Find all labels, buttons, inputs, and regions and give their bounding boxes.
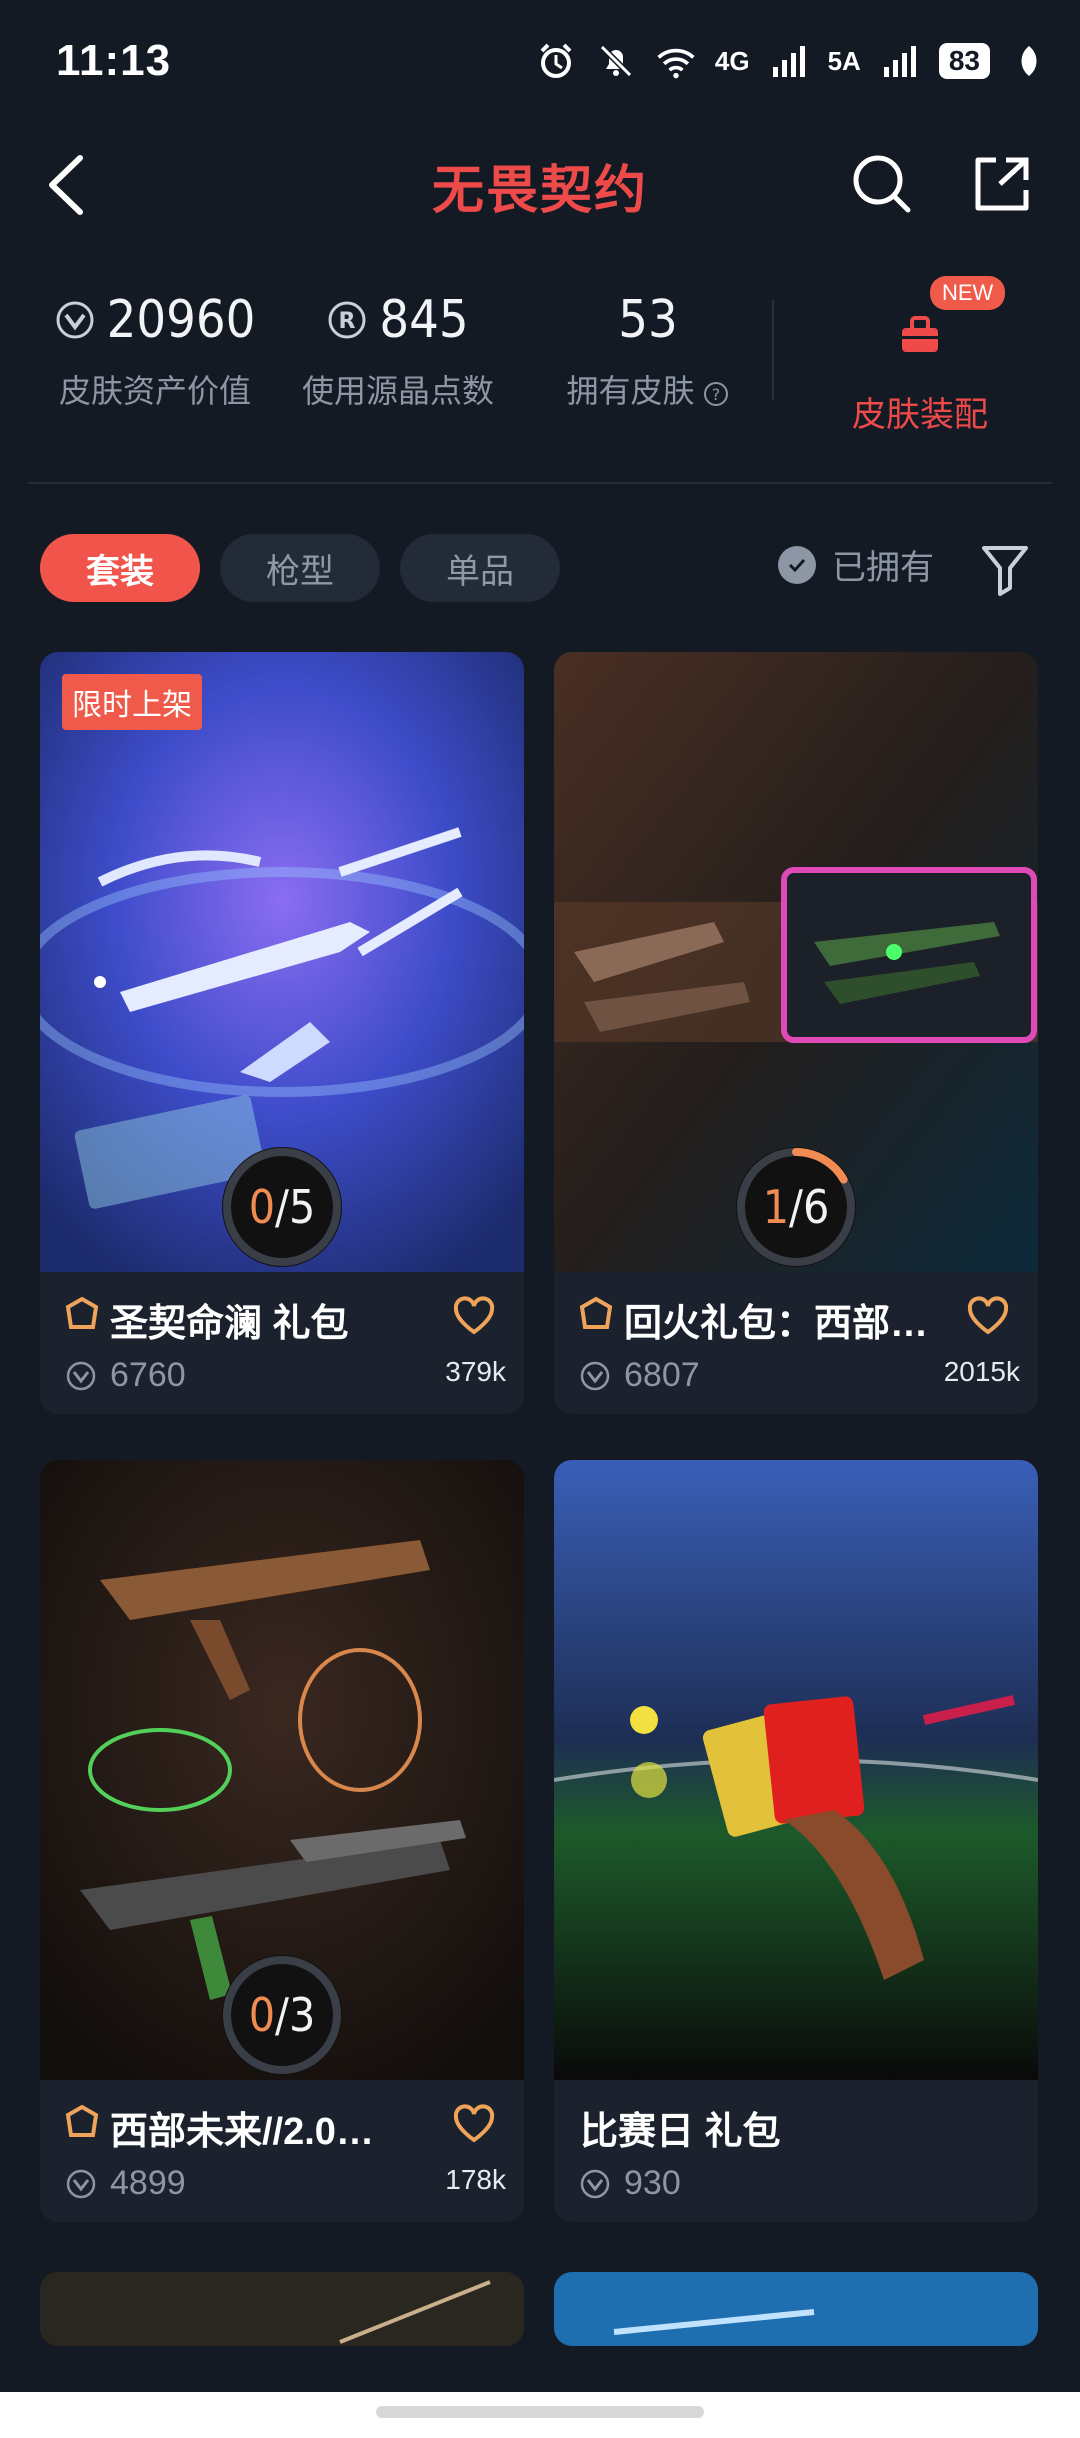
svg-text:R: R — [339, 309, 356, 334]
bundle-card-peek[interactable] — [40, 2272, 524, 2346]
stats-panel: 20960 皮肤资产价值 R 845 使用源晶点数 53 拥有皮肤 ? 皮肤装配… — [0, 276, 1080, 434]
svg-text:?: ? — [712, 385, 721, 404]
bundle-card[interactable]: 1/6 回火礼包：西部… 6807 2015k — [554, 652, 1038, 1414]
total-count: /6 — [789, 1180, 830, 1234]
bundle-title: 西部未来//2.0… — [110, 2111, 374, 2153]
bundle-card[interactable]: 0/3 西部未来//2.0… 4899 178k — [40, 1460, 524, 2222]
wifi-icon — [655, 40, 697, 82]
favorite-heart-icon[interactable] — [966, 1294, 1010, 1338]
owned-toggle[interactable]: 已拥有 — [778, 540, 934, 589]
bundle-card-peek[interactable] — [554, 2272, 1038, 2346]
help-icon[interactable]: ? — [703, 381, 729, 407]
vp-icon — [56, 301, 94, 339]
network-5a-label: 5A — [827, 45, 861, 76]
bundle-title: 圣契命澜 礼包 — [110, 1303, 349, 1345]
vp-icon — [66, 2169, 96, 2198]
stat-radianite: R 845 使用源晶点数 — [288, 290, 508, 412]
stat-label: 使用源晶点数 — [301, 373, 494, 409]
price-value: 6760 — [110, 1356, 186, 1394]
vp-icon — [580, 1361, 610, 1390]
tab-weapon-type[interactable]: 枪型 — [220, 534, 380, 602]
home-indicator[interactable] — [376, 2406, 704, 2418]
popularity-count: 178k — [445, 2164, 506, 2195]
bundle-card[interactable]: 限时上架 0/5 圣契命澜 礼包 6760 379k — [40, 652, 524, 1414]
premium-tier-icon — [65, 1296, 99, 1329]
signal-icon-2 — [879, 40, 921, 82]
tab-bundles[interactable]: 套装 — [40, 534, 200, 602]
check-icon — [778, 545, 816, 584]
bundle-title: 回火礼包：西部… — [624, 1303, 929, 1345]
status-icons: 4G 5A 83 — [535, 40, 1050, 82]
top-header: 无畏契约 — [0, 130, 1080, 240]
bundle-image — [40, 2272, 524, 2346]
popularity-count: 2015k — [943, 1356, 1020, 1387]
bundle-title: 比赛日 礼包 — [580, 2111, 781, 2153]
bundle-price: 4899 — [66, 2164, 186, 2203]
stat-value: 845 — [379, 290, 469, 350]
owned-count: 0 — [248, 1180, 276, 1234]
signal-icon — [768, 40, 810, 82]
status-time: 11:13 — [56, 36, 172, 85]
loadout-icon — [902, 316, 938, 352]
status-bar: 11:13 4G 5A 83 — [0, 0, 1080, 130]
total-count: /3 — [275, 1988, 316, 2042]
vp-icon — [580, 2169, 610, 2198]
price-value: 930 — [624, 2164, 681, 2202]
favorite-heart-icon[interactable] — [452, 1294, 496, 1338]
leaf-icon — [1008, 40, 1050, 82]
owned-count: 0 — [248, 1988, 276, 2042]
search-button[interactable] — [850, 152, 914, 216]
alarm-icon — [535, 40, 577, 82]
bundle-card[interactable]: 比赛日 礼包 930 — [554, 1460, 1038, 2222]
network-4g-label: 4G — [714, 45, 750, 76]
app-title: 无畏契约 — [431, 162, 648, 220]
popularity-count: 379k — [445, 1356, 506, 1387]
bundle-price: 6760 — [66, 1356, 186, 1395]
premium-tier-icon — [579, 1296, 613, 1329]
skin-loadout-label: 皮肤装配 — [852, 396, 988, 434]
bundle-price: 6807 — [580, 1356, 700, 1395]
owned-label: 已拥有 — [832, 549, 934, 587]
new-badge: NEW — [930, 276, 1006, 310]
battery-level: 83 — [938, 43, 990, 79]
price-value: 6807 — [624, 1356, 700, 1394]
divider — [28, 482, 1052, 484]
favorite-heart-icon[interactable] — [452, 2102, 496, 2146]
radianite-icon: R — [328, 301, 366, 339]
price-value: 4899 — [110, 2164, 186, 2202]
progress-ring: 0/3 — [217, 1950, 347, 2080]
share-button[interactable] — [970, 152, 1034, 216]
divider — [772, 300, 774, 400]
stat-label: 皮肤资产价值 — [58, 373, 251, 409]
progress-ring: 0/5 — [217, 1142, 347, 1272]
limited-time-badge: 限时上架 — [62, 674, 202, 730]
bundle-image — [554, 2272, 1038, 2346]
stat-owned-skins[interactable]: 53 拥有皮肤 ? — [548, 290, 748, 412]
stat-value: 53 — [618, 290, 678, 350]
premium-tier-icon — [65, 2104, 99, 2137]
stat-skin-value: 20960 皮肤资产价值 — [40, 290, 270, 412]
vp-icon — [66, 1361, 96, 1390]
owned-count: 1 — [762, 1180, 790, 1234]
bundle-image — [554, 1460, 1038, 2080]
stat-value: 20960 — [106, 290, 256, 350]
tab-single-items[interactable]: 单品 — [400, 534, 560, 602]
filter-button[interactable] — [978, 538, 1032, 598]
stat-label: 拥有皮肤 — [566, 373, 695, 409]
bundle-price: 930 — [580, 2164, 681, 2203]
mute-icon — [595, 40, 637, 82]
skin-loadout-button[interactable]: 皮肤装配 NEW — [820, 276, 1020, 436]
progress-ring: 1/6 — [731, 1142, 861, 1272]
total-count: /5 — [275, 1180, 316, 1234]
filter-icon — [982, 546, 1028, 596]
category-tabs: 套装 枪型 单品 — [40, 534, 560, 602]
